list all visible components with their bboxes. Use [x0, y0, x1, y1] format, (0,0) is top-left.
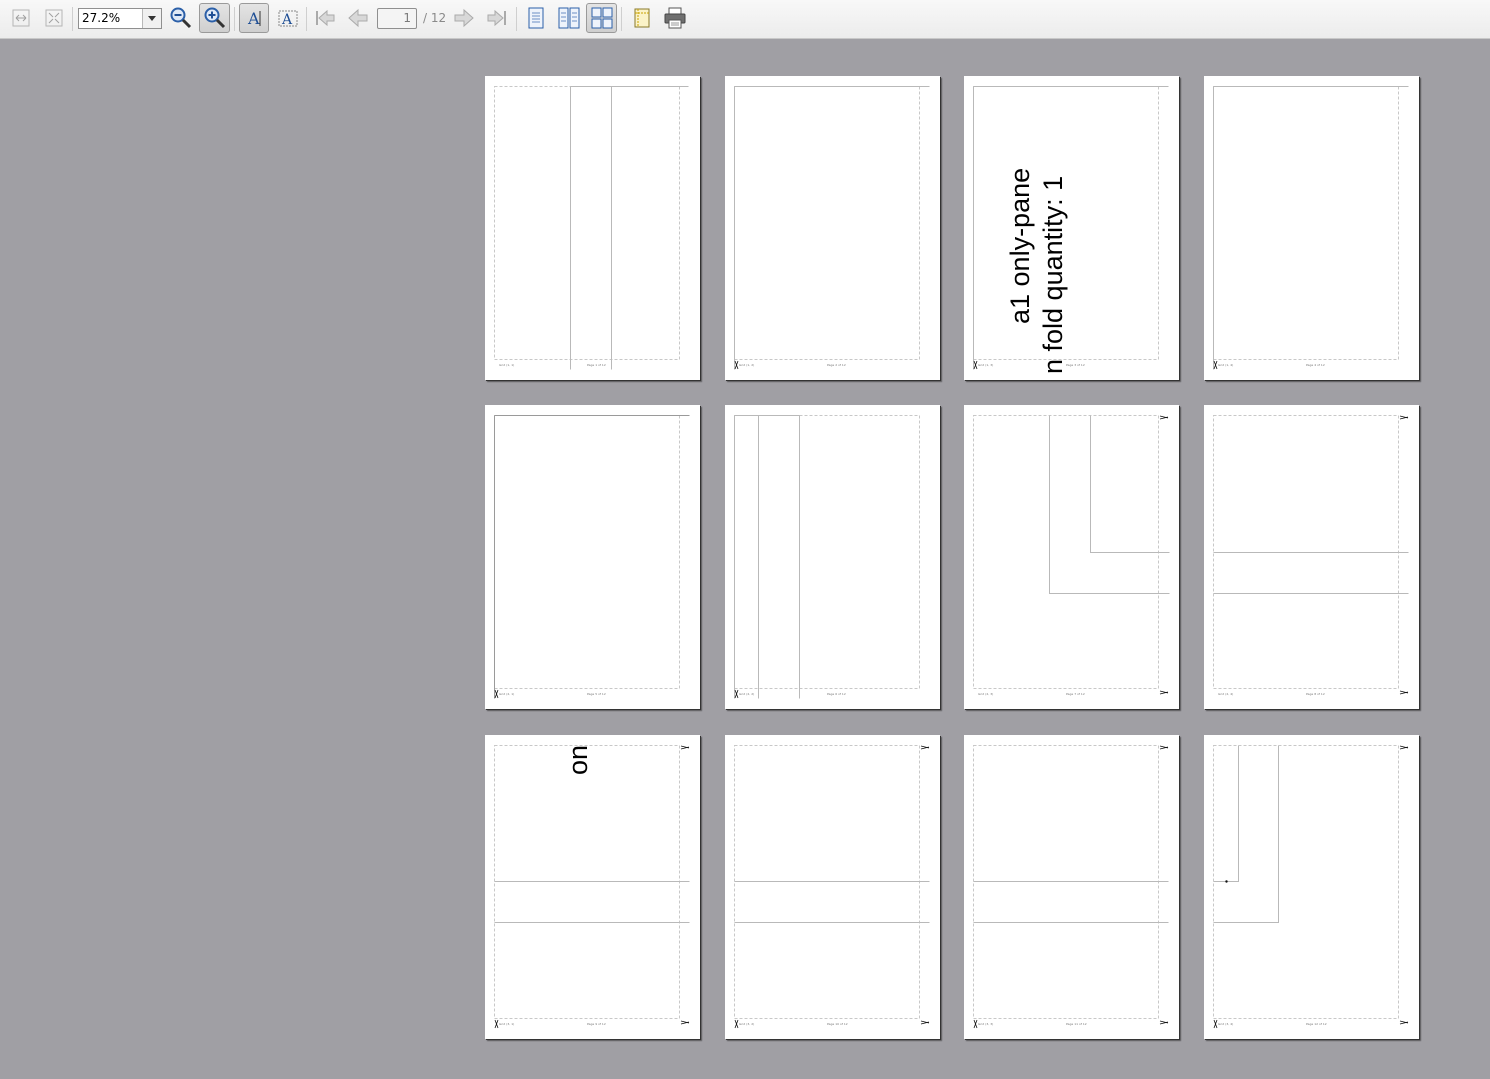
page-thumbnail[interactable]: Grid (3, 2) Page 10 of 12: [725, 735, 940, 1039]
page-footer-left: Grid (1, 3): [978, 363, 994, 367]
page-thumbnail[interactable]: Grid (3, 4) Page 12 of 12: [1204, 735, 1419, 1039]
page-thumbnail[interactable]: Grid (2, 4) Page 8 of 12: [1204, 405, 1419, 709]
page-footer-left: Grid (2, 1): [499, 692, 515, 696]
page-footer-center: Page 4 of 12: [1306, 363, 1325, 367]
margins-icon[interactable]: [628, 4, 656, 32]
single-page-icon[interactable]: [522, 4, 550, 32]
page-footer-left: Grid (2, 2): [739, 692, 755, 696]
page-thumbnail[interactable]: Grid (1, 2) Page 2 of 12: [725, 76, 940, 380]
two-page-icon[interactable]: [555, 4, 583, 32]
page-rotated-text: on: [563, 744, 593, 775]
next-page-icon[interactable]: [450, 4, 478, 32]
page-rotated-text: n fold quantity: 1: [1038, 175, 1068, 374]
page-thumbnail[interactable]: Grid (2, 2) Page 6 of 12: [725, 405, 940, 709]
toolbar: 27.2% A A 1 / 12: [0, 0, 1490, 39]
svg-text:A: A: [281, 12, 293, 28]
page-footer-left: Grid (2, 3): [978, 692, 994, 696]
page-footer-center: Page 9 of 12: [587, 1022, 606, 1026]
text-edit-icon[interactable]: A: [274, 4, 302, 32]
zoom-out-icon[interactable]: [167, 4, 195, 32]
fit-width-icon[interactable]: [7, 4, 35, 32]
previous-page-icon[interactable]: [344, 4, 372, 32]
page-footer-left: Grid (1, 2): [739, 363, 755, 367]
first-page-icon[interactable]: [311, 4, 339, 32]
page-footer-center: Page 8 of 12: [1306, 692, 1325, 696]
zoom-in-icon[interactable]: [199, 3, 230, 33]
page-footer-left: Grid (3, 1): [499, 1022, 515, 1026]
page-thumbnail[interactable]: Grid (2, 1) Page 5 of 12: [485, 405, 700, 709]
page-thumbnail[interactable]: Grid (2, 3) Page 7 of 12: [964, 405, 1179, 709]
page-rotated-text: a1 only-pane: [1005, 167, 1035, 324]
page-thumbnail[interactable]: a1 only-pane n fold quantity: 1 Grid (1,…: [964, 76, 1179, 380]
page-thumbnail[interactable]: Grid (1, 1) Page 1 of 12: [485, 76, 700, 380]
page-footer-center: Page 11 of 12: [1066, 1022, 1087, 1026]
page-footer-center: Page 12 of 12: [1306, 1022, 1327, 1026]
last-page-icon[interactable]: [483, 4, 511, 32]
page-footer-center: Page 6 of 12: [827, 692, 846, 696]
page-footer-left: Grid (1, 4): [1218, 363, 1234, 367]
page-count: / 12: [423, 11, 447, 25]
fit-page-icon[interactable]: [40, 4, 68, 32]
page-footer-left: Grid (1, 1): [499, 363, 515, 367]
page-footer-center: Page 5 of 12: [587, 692, 606, 696]
svg-text:A: A: [247, 9, 260, 28]
zoom-combo[interactable]: 27.2%: [78, 8, 162, 29]
page-footer-left: Grid (3, 3): [978, 1022, 994, 1026]
page-footer-center: Page 10 of 12: [827, 1022, 848, 1026]
page-thumbnail[interactable]: Grid (1, 4) Page 4 of 12: [1204, 76, 1419, 380]
page-footer-center: Page 3 of 12: [1066, 363, 1085, 367]
page-thumbnail[interactable]: Grid (3, 3) Page 11 of 12: [964, 735, 1179, 1039]
page-thumbnail[interactable]: on Grid (3, 1) Page 9 of 12: [485, 735, 700, 1039]
chevron-down-icon[interactable]: [142, 9, 161, 28]
print-icon[interactable]: [661, 4, 689, 32]
page-footer-left: Grid (3, 4): [1218, 1022, 1234, 1026]
page-footer-left: Grid (2, 4): [1218, 692, 1234, 696]
page-footer-center: Page 1 of 12: [587, 363, 606, 367]
page-footer-left: Grid (3, 2): [739, 1022, 755, 1026]
page-footer-center: Page 7 of 12: [1066, 692, 1085, 696]
page-number-input[interactable]: 1: [377, 8, 417, 29]
zoom-value: 27.2%: [82, 11, 121, 25]
page-footer-center: Page 2 of 12: [827, 363, 846, 367]
multi-page-icon[interactable]: [586, 3, 617, 33]
text-select-icon[interactable]: A: [239, 3, 269, 33]
